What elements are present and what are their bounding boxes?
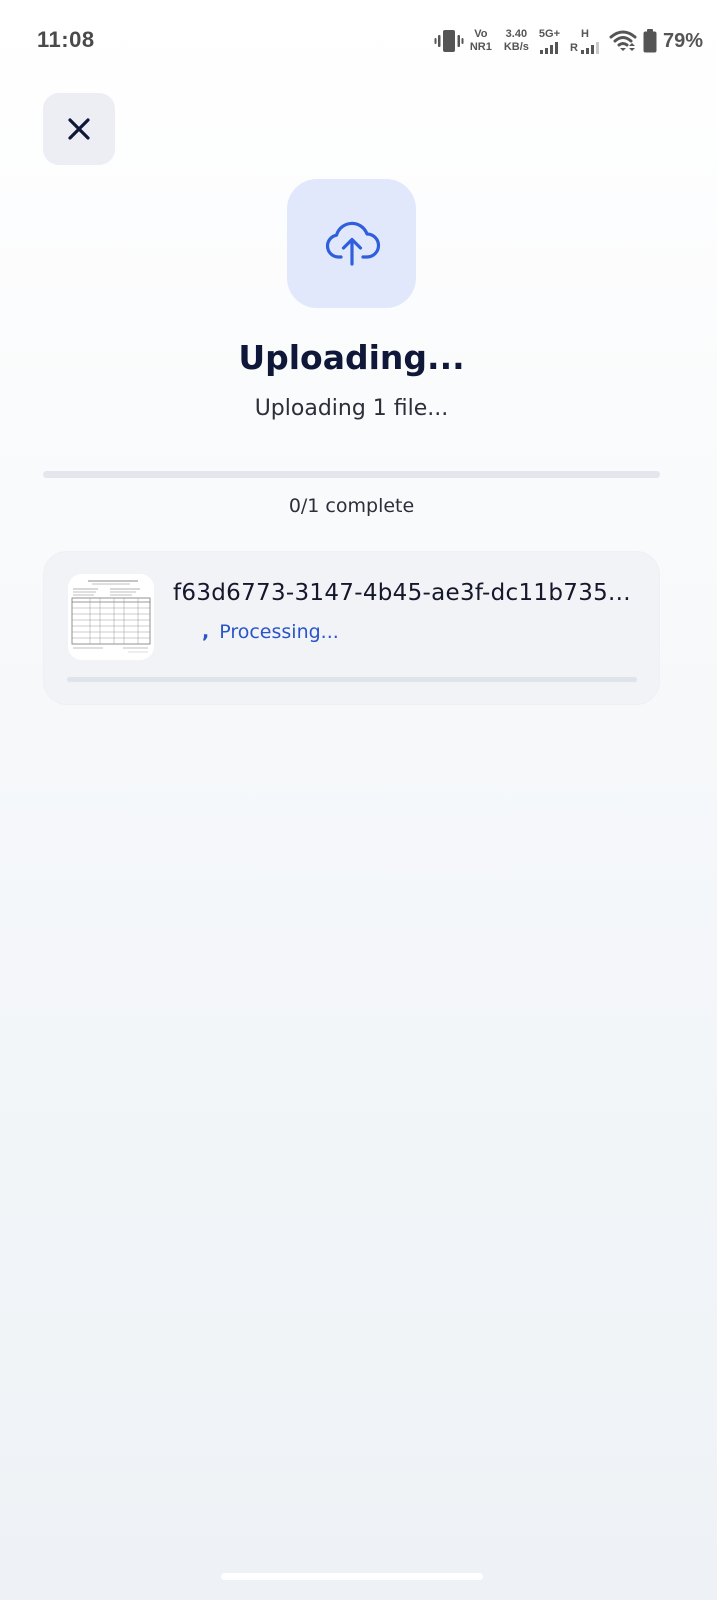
battery-percent: 79% (662, 29, 703, 52)
volte-top: Vo (474, 28, 488, 40)
file-status: , Processing... (202, 621, 339, 643)
upload-icon-container (287, 179, 416, 308)
file-thumbnail (68, 574, 154, 660)
cloud-upload-icon (325, 221, 380, 266)
upload-subtitle: Uploading 1 file... (254, 396, 449, 421)
wifi-icon (609, 30, 637, 51)
network-speed: 3.40 KB/s (504, 29, 529, 53)
roaming-label: R (570, 41, 578, 54)
network2-label: H (581, 27, 589, 40)
speed-value: 3.40 (505, 28, 528, 40)
file-status-text: Processing... (219, 621, 339, 643)
progress-count: 0/1 complete (288, 495, 415, 517)
vibrate-icon (434, 30, 464, 52)
home-indicator[interactable] (221, 1573, 483, 1580)
status-bar: 11:08 Vo NR1 3.40 KB/s 5G+ H R 79% (0, 0, 717, 84)
upload-title: Uploading... (238, 338, 465, 377)
signal-5g: 5G+ (538, 27, 561, 54)
signal-h: H R (570, 27, 599, 54)
file-status-separator: , (202, 621, 210, 643)
signal-bars-icon (540, 41, 559, 54)
status-icons: Vo NR1 3.40 KB/s 5G+ H R 79% (434, 24, 703, 58)
file-progress-bar (67, 677, 637, 682)
close-icon (68, 118, 90, 140)
file-name: f63d6773-3147-4b45-ae3f-dc11b735... (173, 580, 631, 606)
speed-unit: KB/s (503, 41, 529, 53)
overall-progress-bar (43, 471, 660, 478)
file-item: f63d6773-3147-4b45-ae3f-dc11b735... , Pro… (43, 551, 660, 705)
status-time: 11:08 (37, 27, 95, 52)
network-label: 5G+ (538, 27, 561, 40)
document-thumbnail-icon (68, 574, 154, 660)
volte-indicator: Vo NR1 (470, 29, 492, 53)
battery-icon (643, 29, 657, 53)
close-button[interactable] (43, 93, 115, 165)
signal-bars2-icon (580, 41, 599, 54)
volte-bottom: NR1 (469, 41, 492, 53)
